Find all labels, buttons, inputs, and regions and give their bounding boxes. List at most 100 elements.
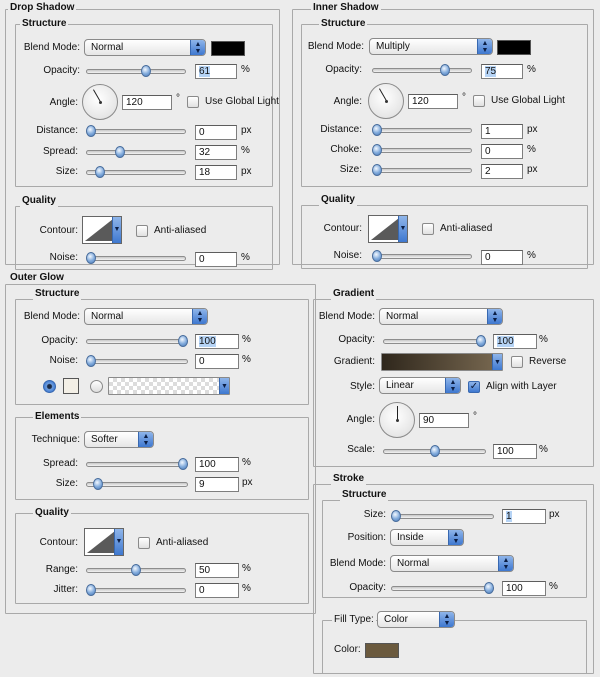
is-choke-unit: % xyxy=(527,144,536,155)
st-opacity-input[interactable]: 100 xyxy=(502,581,546,596)
is-size-slider[interactable] xyxy=(372,163,472,177)
is-noise-slider[interactable] xyxy=(372,249,472,263)
st-size-slider[interactable] xyxy=(391,509,494,523)
og-size-slider[interactable] xyxy=(86,477,188,491)
slider-knob[interactable] xyxy=(372,144,382,156)
og-opacity-input[interactable]: 100 xyxy=(195,334,239,349)
og-contour-picker[interactable]: ▼ xyxy=(84,528,124,556)
slider-knob[interactable] xyxy=(372,124,382,136)
is-opacity-input[interactable]: 75 xyxy=(481,64,523,79)
gr-scale-input[interactable]: 100 xyxy=(493,444,537,459)
gr-reverse-checkbox[interactable] xyxy=(511,356,523,368)
ds-contour-picker[interactable]: ▼ xyxy=(82,216,122,244)
ds-size-slider[interactable] xyxy=(86,165,186,179)
og-technique-select[interactable]: Softer ▲ ▼ xyxy=(84,431,154,448)
ds-noise-input[interactable]: 0 xyxy=(195,252,237,267)
is-global-light-checkbox[interactable] xyxy=(473,95,485,107)
is-anti-aliased-checkbox[interactable] xyxy=(422,223,434,235)
gr-angle-input[interactable]: 90 xyxy=(419,413,469,428)
og-jitter-slider[interactable] xyxy=(86,583,186,597)
ds-anti-aliased-label: Anti-aliased xyxy=(154,225,207,236)
is-angle-input[interactable]: 120 xyxy=(408,94,458,109)
is-distance-label: Distance: xyxy=(320,124,362,135)
is-opacity-slider[interactable] xyxy=(372,63,472,77)
ds-spread-slider[interactable] xyxy=(86,145,186,159)
gr-blend-mode-select[interactable]: Normal ▲ ▼ xyxy=(379,308,503,325)
slider-knob[interactable] xyxy=(86,584,96,596)
og-blend-mode-select[interactable]: Normal ▲ ▼ xyxy=(84,308,208,325)
slider-knob[interactable] xyxy=(114,146,125,158)
st-opacity-slider[interactable] xyxy=(391,581,494,595)
slider-knob[interactable] xyxy=(86,125,96,137)
slider-knob[interactable] xyxy=(484,582,494,594)
is-choke-slider[interactable] xyxy=(372,143,472,157)
st-position-select[interactable]: Inside ▲ ▼ xyxy=(390,529,464,546)
slider-knob[interactable] xyxy=(93,478,104,490)
gr-align-layer-label: Align with Layer xyxy=(486,381,557,392)
slider-knob[interactable] xyxy=(372,164,382,176)
og-spread-slider[interactable] xyxy=(86,457,188,471)
og-noise-slider[interactable] xyxy=(86,354,188,368)
slider-knob[interactable] xyxy=(86,252,96,264)
slider-knob[interactable] xyxy=(178,335,188,347)
gr-style-select[interactable]: Linear ▲ ▼ xyxy=(379,377,461,394)
og-gradient-picker[interactable]: ▼ xyxy=(108,377,230,395)
gr-opacity-slider[interactable] xyxy=(383,334,486,348)
slider-knob[interactable] xyxy=(476,335,486,347)
og-jitter-label: Jitter: xyxy=(53,584,78,595)
ds-anti-aliased-checkbox[interactable] xyxy=(136,225,148,237)
og-color-radio[interactable] xyxy=(43,380,56,393)
ds-distance-slider[interactable] xyxy=(86,124,186,138)
slider-knob[interactable] xyxy=(178,458,188,470)
og-spread-input[interactable]: 100 xyxy=(195,457,239,472)
og-size-label: Size: xyxy=(55,478,78,489)
og-jitter-input[interactable]: 0 xyxy=(195,583,239,598)
ds-color-swatch[interactable] xyxy=(211,41,245,56)
gr-gradient-picker[interactable]: ▼ xyxy=(381,353,503,371)
slider-knob[interactable] xyxy=(372,250,382,262)
ds-opacity-input[interactable]: 61 xyxy=(195,64,237,79)
slider-knob[interactable] xyxy=(140,65,151,77)
is-noise-input[interactable]: 0 xyxy=(481,250,523,265)
drop-shadow-structure-title: Structure xyxy=(20,18,69,30)
ds-distance-input[interactable]: 0 xyxy=(195,125,237,140)
og-opacity-slider[interactable] xyxy=(86,334,188,348)
is-color-swatch[interactable] xyxy=(497,40,531,55)
og-size-input[interactable]: 9 xyxy=(195,477,239,492)
og-anti-aliased-checkbox[interactable] xyxy=(138,537,150,549)
ds-blend-mode-select[interactable]: Normal ▲ ▼ xyxy=(84,39,206,56)
is-angle-dial[interactable] xyxy=(368,83,404,119)
slider-knob[interactable] xyxy=(86,355,96,367)
ds-noise-slider[interactable] xyxy=(86,251,186,265)
is-distance-input[interactable]: 1 xyxy=(481,124,523,139)
og-range-input[interactable]: 50 xyxy=(195,563,239,578)
st-color-swatch[interactable] xyxy=(365,643,399,658)
og-gradient-radio[interactable] xyxy=(90,380,103,393)
is-contour-picker[interactable]: ▼ xyxy=(368,215,408,243)
ds-angle-input[interactable]: 120 xyxy=(122,95,172,110)
og-noise-input[interactable]: 0 xyxy=(195,354,239,369)
slider-knob[interactable] xyxy=(95,166,105,178)
is-size-input[interactable]: 2 xyxy=(481,164,523,179)
st-fill-type-select[interactable]: Color ▲ ▼ xyxy=(377,611,455,628)
ds-spread-input[interactable]: 32 xyxy=(195,145,237,160)
is-distance-slider[interactable] xyxy=(372,123,472,137)
ds-angle-dial[interactable] xyxy=(82,84,118,120)
gr-align-layer-checkbox[interactable]: ✓ xyxy=(468,381,480,393)
slider-knob[interactable] xyxy=(439,64,450,76)
og-range-slider[interactable] xyxy=(86,563,186,577)
og-color-swatch[interactable] xyxy=(63,378,79,394)
is-blend-mode-select[interactable]: Multiply ▲ ▼ xyxy=(369,38,493,55)
is-choke-input[interactable]: 0 xyxy=(481,144,523,159)
gr-angle-dial[interactable] xyxy=(379,402,415,438)
gr-opacity-input[interactable]: 100 xyxy=(493,334,537,349)
slider-knob[interactable] xyxy=(429,445,440,457)
ds-opacity-slider[interactable] xyxy=(86,64,186,78)
ds-global-light-checkbox[interactable] xyxy=(187,96,199,108)
slider-knob[interactable] xyxy=(391,510,401,522)
ds-size-input[interactable]: 18 xyxy=(195,165,237,180)
st-size-input[interactable]: 1 xyxy=(502,509,546,524)
slider-knob[interactable] xyxy=(131,564,141,576)
st-blend-mode-select[interactable]: Normal ▲ ▼ xyxy=(390,555,514,572)
gr-scale-slider[interactable] xyxy=(383,444,486,458)
